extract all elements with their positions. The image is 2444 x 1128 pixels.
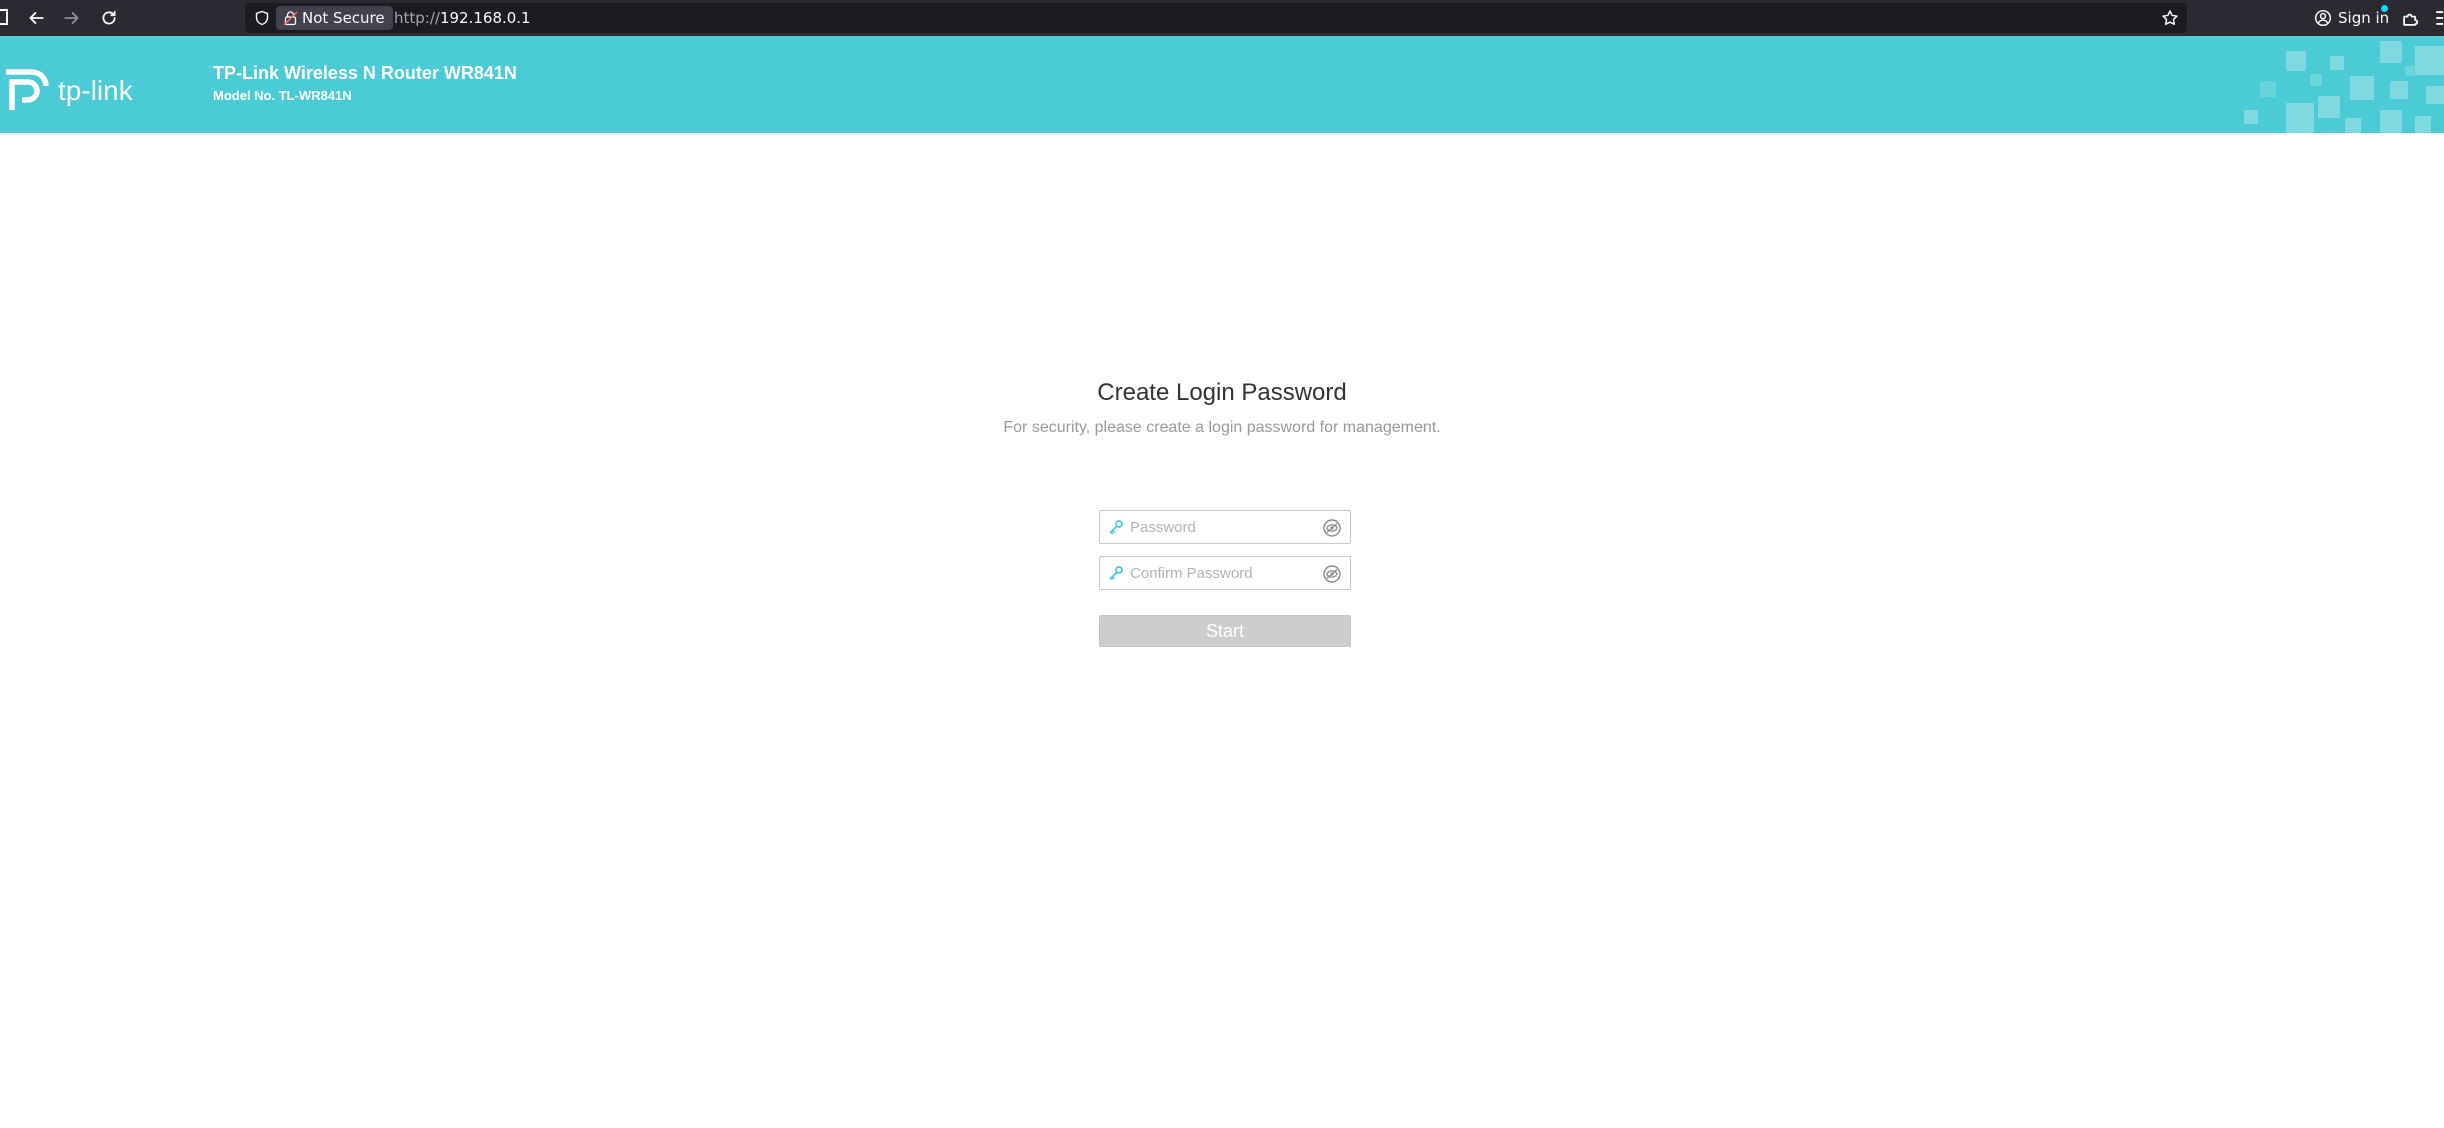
router-model: Model No. TL-WR841N xyxy=(213,88,352,103)
arrow-right-icon xyxy=(64,12,79,24)
router-header: tp-link TP-Link Wireless N Router WR841N… xyxy=(0,36,2444,133)
confirm-password-input[interactable] xyxy=(1130,557,1310,589)
confirm-password-field[interactable] xyxy=(1099,556,1351,590)
url-host: 192.168.0.1 xyxy=(439,9,531,27)
reload-button[interactable] xyxy=(95,4,123,32)
eye-icon[interactable] xyxy=(1323,565,1341,583)
url-text[interactable]: http://192.168.0.1 xyxy=(394,3,531,33)
address-bar[interactable]: Not Secure http://192.168.0.1 xyxy=(245,3,2187,33)
password-field[interactable] xyxy=(1099,510,1351,544)
sign-in-label: Sign in xyxy=(2338,9,2390,27)
forward-button[interactable] xyxy=(58,4,86,32)
back-button[interactable] xyxy=(22,4,50,32)
router-title: TP-Link Wireless N Router WR841N xyxy=(213,63,517,83)
reload-icon xyxy=(102,10,116,25)
bookmark-star-icon[interactable] xyxy=(2161,9,2179,27)
tp-link-logo: tp-link xyxy=(6,69,134,110)
arrow-left-icon xyxy=(29,12,44,24)
security-indicator[interactable]: Not Secure xyxy=(276,6,393,30)
extensions-icon[interactable] xyxy=(2400,7,2422,29)
login-setup-panel: Create Login Password For security, plea… xyxy=(0,133,2444,1128)
notification-dot xyxy=(2381,5,2388,12)
password-input[interactable] xyxy=(1130,511,1310,543)
key-icon xyxy=(1109,566,1123,581)
key-icon xyxy=(1109,520,1123,535)
start-button[interactable]: Start xyxy=(1099,615,1351,647)
shield-icon[interactable] xyxy=(254,10,270,26)
page-subtitle: For security, please create a login pass… xyxy=(1003,419,1441,436)
tab-icon[interactable] xyxy=(0,9,8,25)
account-icon xyxy=(2314,9,2332,27)
eye-icon[interactable] xyxy=(1323,519,1341,537)
menu-icon[interactable] xyxy=(2434,7,2444,29)
browser-toolbar: Not Secure http://192.168.0.1 Sign in xyxy=(0,0,2444,36)
decorative-pattern xyxy=(2244,41,2444,133)
page-title: Create Login Password xyxy=(1097,379,1347,406)
url-protocol: http:// xyxy=(394,9,440,27)
brand-text: tp-link xyxy=(58,75,134,106)
security-label: Not Secure xyxy=(302,9,385,27)
insecure-lock-icon xyxy=(283,11,298,26)
